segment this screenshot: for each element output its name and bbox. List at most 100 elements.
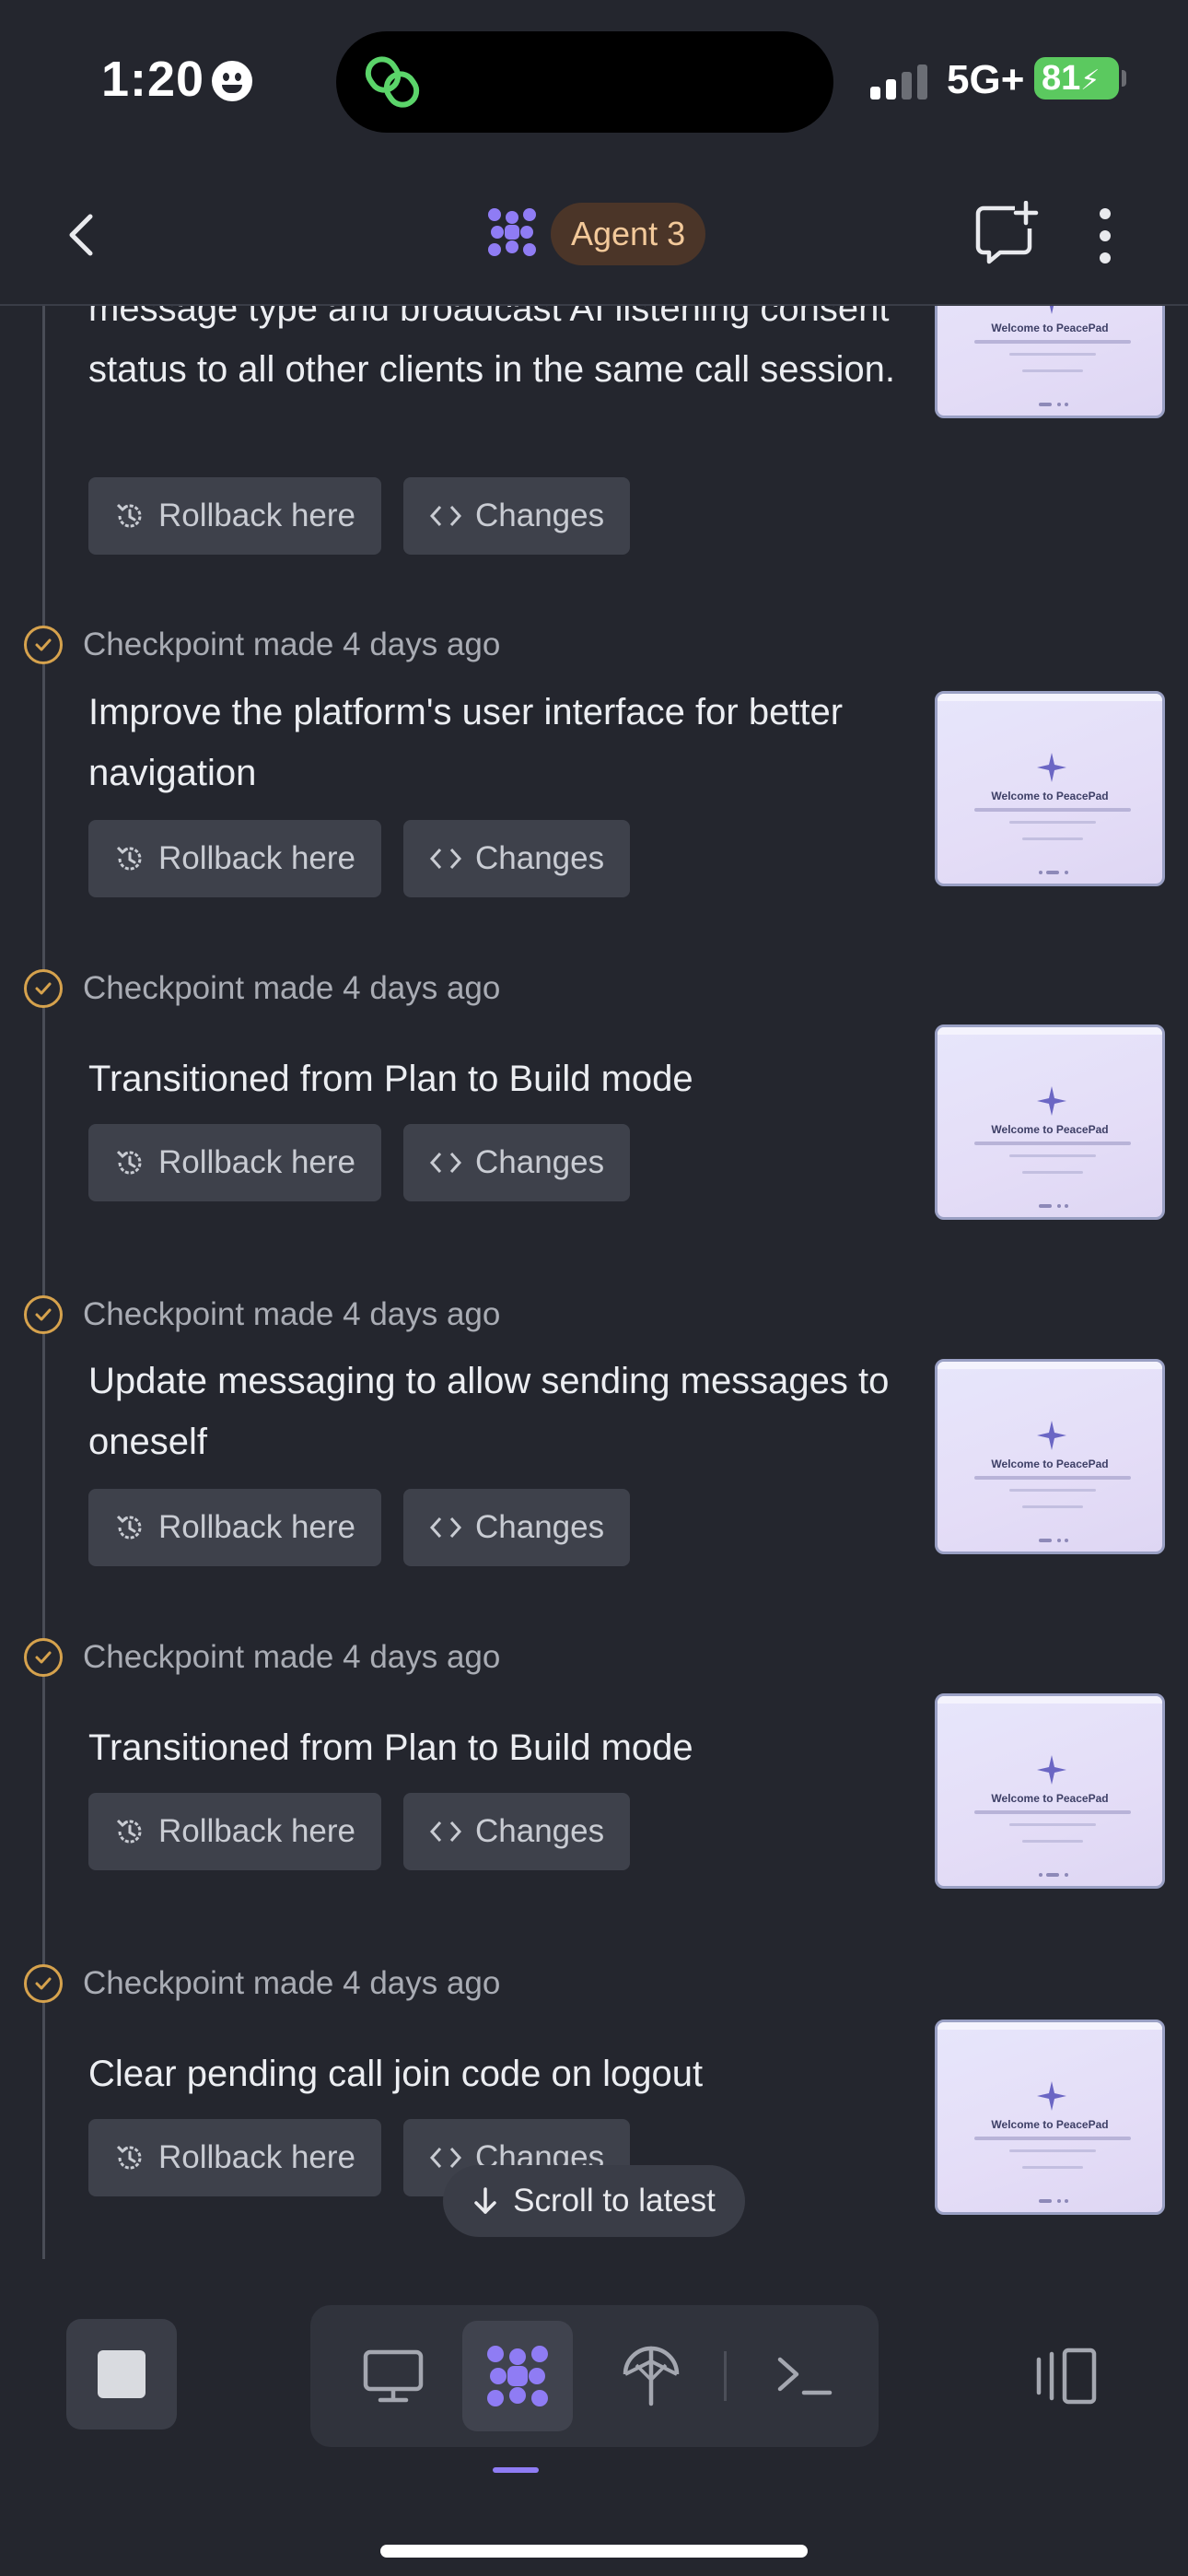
preview-thumbnail[interactable]: Welcome to PeacePad — [935, 306, 1165, 418]
entry-actions: Rollback here Changes — [88, 1489, 631, 1566]
checkpoint-label: Checkpoint made 4 days ago — [83, 1965, 501, 2001]
preview-thumbnail[interactable]: Welcome to PeacePad — [935, 1359, 1165, 1554]
tool-switcher — [310, 2305, 879, 2447]
thumbnail-title: Welcome to PeacePad — [991, 1123, 1109, 1136]
network-type: 5G+ — [947, 57, 1025, 102]
tool-deployments[interactable] — [596, 2321, 706, 2431]
history-icon — [116, 1150, 142, 1175]
preview-thumbnail[interactable]: Welcome to PeacePad — [935, 2020, 1165, 2215]
preview-thumbnail[interactable]: Welcome to PeacePad — [935, 1693, 1165, 1889]
entry-message: Transitioned from Plan to Build mode — [88, 1727, 693, 1768]
code-brackets-icon — [429, 1152, 462, 1174]
rollback-label: Rollback here — [158, 1509, 355, 1545]
changes-button[interactable]: Changes — [403, 1489, 631, 1566]
history-icon — [116, 1819, 142, 1844]
code-brackets-icon — [429, 505, 462, 527]
checkpoint-feed[interactable]: message type and broadcast AI listening … — [0, 306, 1188, 2268]
thumbnail-title: Welcome to PeacePad — [991, 322, 1109, 334]
agent-version-badge[interactable]: Agent 3 — [551, 203, 706, 265]
rollback-button[interactable]: Rollback here — [88, 1793, 381, 1870]
scroll-to-latest-label: Scroll to latest — [513, 2183, 716, 2219]
preview-thumbnail[interactable]: Welcome to PeacePad — [935, 691, 1165, 886]
rollback-label: Rollback here — [158, 2139, 355, 2175]
sparkle-icon — [1037, 1421, 1066, 1450]
rollback-label: Rollback here — [158, 840, 355, 876]
layout-toggle-icon[interactable] — [1031, 2347, 1098, 2406]
checkpoint-check-icon — [24, 1638, 63, 1677]
thumbnail-title: Welcome to PeacePad — [991, 1792, 1109, 1805]
entry-actions: Rollback here Changes — [88, 820, 631, 897]
rollback-button[interactable]: Rollback here — [88, 2119, 381, 2196]
thumbnail-title: Welcome to PeacePad — [991, 790, 1109, 802]
more-options-icon[interactable] — [1087, 205, 1124, 267]
rollback-button[interactable]: Rollback here — [88, 1124, 381, 1201]
changes-label: Changes — [475, 498, 605, 533]
active-tab-indicator — [493, 2467, 539, 2473]
preview-icon — [363, 2349, 424, 2403]
rollback-button[interactable]: Rollback here — [88, 820, 381, 897]
rollback-button[interactable]: Rollback here — [88, 477, 381, 555]
sparkle-icon — [1037, 1755, 1066, 1785]
arrow-down-icon — [474, 2187, 496, 2214]
checkpoint-label: Checkpoint made 4 days ago — [83, 1639, 501, 1675]
sparkle-icon — [1037, 2081, 1066, 2111]
checkpoint-check-icon — [24, 626, 63, 664]
rollback-label: Rollback here — [158, 498, 355, 533]
dynamic-island — [336, 31, 833, 133]
history-icon — [116, 2145, 142, 2170]
agent-icon — [487, 2346, 548, 2406]
entry-message: Transitioned from Plan to Build mode — [88, 1059, 693, 1099]
entry-message: Improve the platform's user interface fo… — [88, 692, 844, 793]
changes-button[interactable]: Changes — [403, 477, 631, 555]
thumbnail-title: Welcome to PeacePad — [991, 1458, 1109, 1470]
changes-label: Changes — [475, 1813, 605, 1849]
status-bar: 1:20 5G+ 81⚡ — [0, 0, 1188, 166]
battery-icon: 81⚡ — [1034, 57, 1126, 100]
charging-bolt-icon: ⚡ — [1080, 65, 1101, 96]
tool-preview[interactable] — [338, 2321, 448, 2431]
scroll-to-latest-button[interactable]: Scroll to latest — [443, 2165, 745, 2237]
agent-logo-icon — [488, 208, 536, 256]
stop-button[interactable] — [66, 2319, 177, 2430]
entry-actions: Rollback here Changes — [88, 1793, 631, 1870]
preview-thumbnail[interactable]: Welcome to PeacePad — [935, 1025, 1165, 1220]
thumbnail-title: Welcome to PeacePad — [991, 2118, 1109, 2131]
back-chevron-icon[interactable] — [55, 207, 111, 263]
history-icon — [116, 1515, 142, 1540]
toolbar-divider — [724, 2351, 727, 2401]
status-time: 1:20 — [101, 52, 205, 107]
sparkle-icon — [1049, 306, 1054, 314]
tool-shell[interactable] — [749, 2321, 859, 2431]
entry-message: Update messaging to allow sending messag… — [88, 1361, 890, 1462]
history-icon — [116, 846, 142, 871]
home-indicator — [380, 2545, 808, 2558]
new-chat-icon[interactable] — [974, 201, 1039, 265]
checkpoint-check-icon — [24, 1295, 63, 1334]
changes-label: Changes — [475, 1144, 605, 1180]
checkpoint-label: Checkpoint made 4 days ago — [83, 970, 501, 1006]
rollback-label: Rollback here — [158, 1144, 355, 1180]
history-icon — [116, 503, 142, 528]
bottom-toolbar — [0, 2268, 1188, 2576]
changes-button[interactable]: Changes — [403, 1793, 631, 1870]
entry-message: Clear pending call join code on logout — [88, 2054, 704, 2094]
entry-actions: Rollback here Changes — [88, 477, 631, 555]
code-brackets-icon — [429, 1821, 462, 1843]
changes-button[interactable]: Changes — [403, 1124, 631, 1201]
shell-icon — [777, 2357, 833, 2395]
code-brackets-icon — [429, 848, 462, 870]
changes-label: Changes — [475, 840, 605, 876]
app-header: Agent 3 — [0, 166, 1188, 306]
checkpoint-label: Checkpoint made 4 days ago — [83, 626, 501, 662]
stop-icon — [98, 2350, 146, 2398]
sparkle-icon — [1037, 1086, 1066, 1116]
checkpoint-check-icon — [24, 1964, 63, 2003]
code-brackets-icon — [429, 1516, 462, 1539]
tool-agent[interactable] — [462, 2321, 573, 2431]
entry-message: message type and broadcast AI listening … — [88, 306, 895, 390]
code-brackets-icon — [429, 2147, 462, 2169]
signal-icon — [870, 63, 930, 100]
rollback-button[interactable]: Rollback here — [88, 1489, 381, 1566]
sparkle-icon — [1037, 753, 1066, 782]
changes-button[interactable]: Changes — [403, 820, 631, 897]
